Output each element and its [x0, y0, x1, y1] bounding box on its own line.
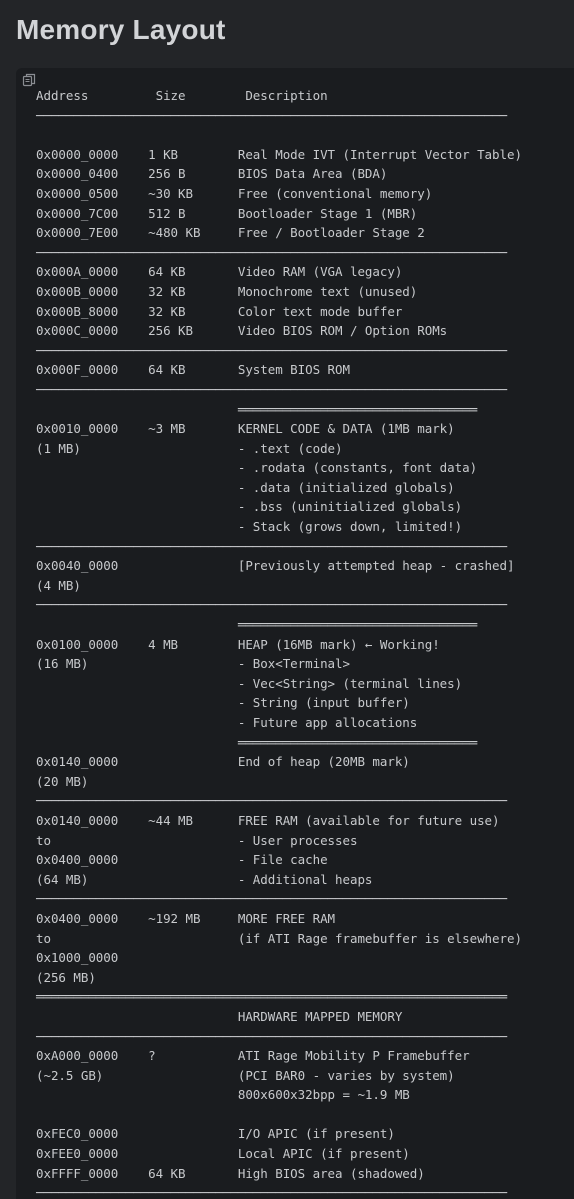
code-line: ════════════════════════════════: [36, 617, 478, 633]
code-line: 0x0400_0000 ~192 MB MORE FREE RAM: [36, 910, 336, 926]
code-line: 0x0000_7E00 ~480 KB Free / Bootloader St…: [36, 225, 425, 241]
code-line: ────────────────────────────────────────…: [36, 1185, 507, 1199]
code-line: (20 MB): [36, 773, 89, 789]
code-line: Address Size Description: [36, 88, 328, 103]
code-line: 0xA000_0000 ? ATI Rage Mobility P Frameb…: [36, 1048, 470, 1064]
code-line: 0xFEE0_0000 Local APIC (if present): [36, 1146, 410, 1162]
code-line: ────────────────────────────────────────…: [36, 793, 507, 809]
code-line: ────────────────────────────────────────…: [36, 538, 507, 554]
code-line: (256 MB): [36, 969, 96, 985]
code-line: ────────────────────────────────────────…: [36, 107, 507, 123]
code-line: (64 MB) - Additional heaps: [36, 871, 373, 887]
code-block: Address Size Description ────────────────…: [16, 68, 574, 1199]
code-line: - .rodata (constants, font data): [36, 460, 478, 476]
code-line: (~2.5 GB) (PCI BAR0 - varies by system): [36, 1067, 455, 1083]
code-line: 0x000C_0000 256 KB Video BIOS ROM / Opti…: [36, 323, 448, 339]
code-line: ────────────────────────────────────────…: [36, 244, 507, 260]
code-line: 0x000B_8000 32 KB Color text mode buffer: [36, 303, 403, 319]
code-line: 0x0000_0500 ~30 KB Free (conventional me…: [36, 185, 433, 201]
code-line: 0xFFFF_0000 64 KB High BIOS area (shadow…: [36, 1165, 425, 1181]
code-line: 0x000F_0000 64 KB System BIOS ROM: [36, 362, 350, 378]
code-line: 0x0040_0000 [Previously attempted heap -…: [36, 558, 515, 574]
code-line: - Stack (grows down, limited!): [36, 519, 463, 535]
code-line: 0x0140_0000 End of heap (20MB mark): [36, 754, 410, 770]
code-line: 0x000B_0000 32 KB Monochrome text (unuse…: [36, 283, 418, 299]
code-line: (1 MB) - .text (code): [36, 440, 343, 456]
code-line: ────────────────────────────────────────…: [36, 342, 507, 358]
code-line: 800x600x32bpp = ~1.9 MB: [36, 1087, 410, 1103]
code-line: HARDWARE MAPPED MEMORY: [36, 1008, 403, 1024]
code-line: - Future app allocations: [36, 715, 418, 730]
code-line: - .data (initialized globals): [36, 479, 455, 495]
code-line: to - User processes: [36, 832, 358, 848]
code-line: (4 MB): [36, 577, 81, 593]
code-line: 0xFEC0_0000 I/O APIC (if present): [36, 1126, 395, 1142]
code-line: ════════════════════════════════: [36, 401, 478, 417]
code-line: 0x1000_0000: [36, 950, 119, 966]
code-line: ────────────────────────────────────────…: [36, 891, 507, 907]
code-line: - String (input buffer): [36, 695, 410, 711]
code-line: ────────────────────────────────────────…: [36, 381, 507, 397]
code-line: 0x0100_0000 4 MB HEAP (16MB mark) ← Work…: [36, 636, 440, 652]
code-line: 0x0000_7C00 512 B Bootloader Stage 1 (MB…: [36, 205, 418, 221]
code-line: - .bss (uninitialized globals): [36, 499, 463, 515]
code-line: 0x0000_0000 1 KB Real Mode IVT (Interrup…: [36, 146, 522, 162]
copy-icon[interactable]: [22, 72, 36, 87]
code-line: to (if ATI Rage framebuffer is elsewhere…: [36, 930, 522, 946]
code-line: (16 MB) - Box<Terminal>: [36, 656, 350, 672]
page-title: Memory Layout: [16, 14, 226, 45]
code-line: ════════════════════════════════: [36, 734, 478, 750]
code-line: 0x0140_0000 ~44 MB FREE RAM (available f…: [36, 812, 500, 828]
code-line: ────────────────────────────────────────…: [36, 1028, 507, 1044]
code-line: ════════════════════════════════════════…: [36, 989, 507, 1005]
memory-layout-table: Address Size Description ────────────────…: [36, 86, 522, 1199]
code-line: 0x0000_0400 256 B BIOS Data Area (BDA): [36, 166, 388, 182]
code-line: 0x000A_0000 64 KB Video RAM (VGA legacy): [36, 264, 403, 280]
code-line: 0x0010_0000 ~3 MB KERNEL CODE & DATA (1M…: [36, 421, 455, 437]
code-line: 0x0400_0000 - File cache: [36, 852, 328, 868]
code-line: - Vec<String> (terminal lines): [36, 675, 463, 691]
code-line: ────────────────────────────────────────…: [36, 597, 507, 613]
